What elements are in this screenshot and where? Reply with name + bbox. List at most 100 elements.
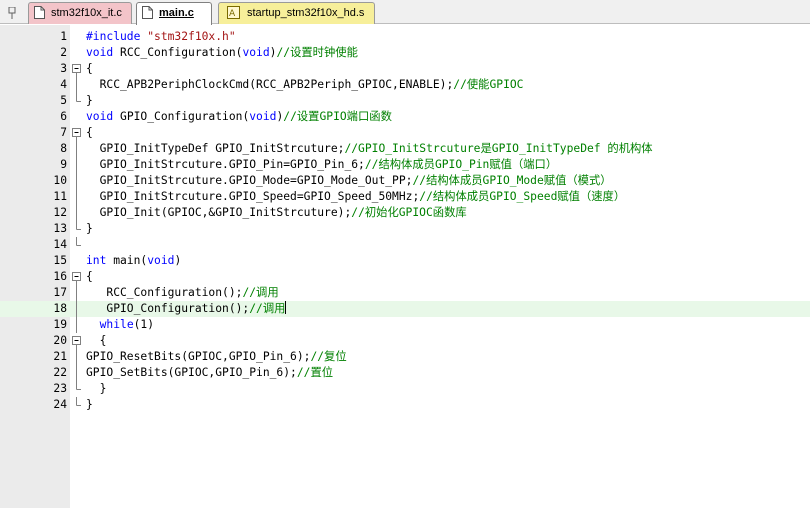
svg-text:A: A	[229, 9, 236, 19]
code-token: GPIO_ResetBits(GPIOC,GPIO_Pin_6);	[86, 350, 311, 363]
code-keyword: while	[99, 318, 134, 331]
code-comment: //调用	[249, 302, 286, 315]
fold-end-marker	[72, 237, 82, 253]
code-editor[interactable]: 1 #include "stm32f10x.h" 2 void RCC_Configu…	[0, 25, 810, 508]
tab-label: startup_stm32f10x_hd.s	[247, 7, 365, 19]
code-line[interactable]: 5}	[0, 93, 810, 109]
code-comment: //置位	[296, 366, 334, 379]
line-number: 8	[60, 142, 67, 155]
code-line[interactable]: 4 RCC_APB2PeriphClockCmd(RCC_APB2Periph_…	[0, 77, 810, 93]
code-text: #include "stm32f10x.h"	[86, 29, 236, 45]
code-text: GPIO_ResetBits(GPIOC,GPIO_Pin_6);//复位	[86, 349, 347, 365]
code-line[interactable]: 10 GPIO_InitStrcuture.GPIO_Mode=GPIO_Mod…	[0, 173, 810, 189]
code-keyword: void	[86, 110, 114, 123]
code-line[interactable]: 7{	[0, 125, 810, 141]
line-number: 2	[60, 46, 67, 59]
code-text: GPIO_SetBits(GPIOC,GPIO_Pin_6);//置位	[86, 365, 333, 381]
code-token: RCC_Configuration();	[86, 286, 243, 299]
fold-collapse-icon[interactable]	[72, 125, 82, 141]
code-text: GPIO_InitStrcuture.GPIO_Pin=GPIO_Pin_6;/…	[86, 157, 558, 173]
code-text: }	[86, 381, 107, 397]
code-token: GPIO_Configuration(	[113, 110, 250, 123]
code-comment: //结构体成员GPIO_Pin赋值（端口）	[364, 158, 558, 171]
tab-startup-stm32f10x-hd-s[interactable]: A startup_stm32f10x_hd.s	[218, 2, 375, 24]
line-number: 4	[60, 78, 67, 91]
code-line[interactable]: 17 RCC_Configuration();//调用	[0, 285, 810, 301]
code-string: "stm32f10x.h"	[147, 30, 236, 43]
code-token: GPIO_Init(GPIOC,&GPIO_InitStrcuture);	[86, 206, 352, 219]
fold-line	[72, 141, 82, 157]
fold-line	[72, 157, 82, 173]
pin-icon[interactable]	[8, 6, 16, 19]
line-number: 9	[60, 158, 67, 171]
code-comment: //使能GPIOC	[453, 78, 524, 91]
code-text: }	[86, 221, 93, 237]
code-token: }	[86, 222, 93, 235]
line-number: 22	[53, 366, 67, 379]
code-line[interactable]: 14	[0, 237, 810, 253]
code-line[interactable]: 22 GPIO_SetBits(GPIOC,GPIO_Pin_6);//置位	[0, 365, 810, 381]
line-number: 3	[60, 62, 67, 75]
line-number: 16	[53, 270, 67, 283]
code-keyword: void	[147, 254, 175, 267]
fold-blank	[72, 45, 82, 61]
fold-line	[72, 365, 82, 381]
code-text: RCC_Configuration();//调用	[86, 285, 278, 301]
tab-stm32f10x-it-c[interactable]: stm32f10x_it.c	[28, 2, 132, 24]
fold-collapse-icon[interactable]	[72, 333, 82, 349]
code-line[interactable]: 19 while(1)	[0, 317, 810, 333]
c-file-icon	[142, 6, 153, 19]
fold-blank	[72, 253, 82, 269]
code-token: GPIO_InitTypeDef GPIO_InitStrcuture;	[86, 142, 345, 155]
code-comment: //设置时钟使能	[276, 46, 358, 59]
fold-line	[72, 301, 82, 317]
fold-line	[72, 349, 82, 365]
line-number: 10	[53, 174, 67, 187]
code-line[interactable]: 11 GPIO_InitStrcuture.GPIO_Speed=GPIO_Sp…	[0, 189, 810, 205]
tab-label: stm32f10x_it.c	[51, 7, 122, 19]
line-number: 11	[53, 190, 67, 203]
code-token: main(	[106, 254, 148, 267]
code-line[interactable]: 18 GPIO_Configuration();//调用	[0, 301, 810, 317]
fold-line	[72, 205, 82, 221]
code-token: )	[174, 254, 182, 267]
tab-main-c[interactable]: main.c	[136, 2, 212, 25]
code-line[interactable]: 23 }	[0, 381, 810, 397]
code-text: {	[86, 61, 93, 77]
code-token: (1)	[133, 318, 155, 331]
line-number: 14	[53, 238, 67, 251]
code-token: {	[86, 62, 93, 75]
line-number: 23	[53, 382, 67, 395]
code-line[interactable]: 9 GPIO_InitStrcuture.GPIO_Pin=GPIO_Pin_6…	[0, 157, 810, 173]
fold-end-marker	[72, 397, 82, 413]
code-keyword: int	[86, 254, 107, 267]
code-text: RCC_APB2PeriphClockCmd(RCC_APB2Periph_GP…	[86, 77, 524, 93]
code-text: while(1)	[86, 317, 154, 333]
line-number: 17	[53, 286, 67, 299]
code-line[interactable]: 15 int main(void)	[0, 253, 810, 269]
code-line[interactable]: 1 #include "stm32f10x.h"	[0, 29, 810, 45]
code-keyword: void	[249, 110, 277, 123]
code-line[interactable]: 21 GPIO_ResetBits(GPIOC,GPIO_Pin_6);//复位	[0, 349, 810, 365]
line-number: 12	[53, 206, 67, 219]
line-number: 21	[53, 350, 67, 363]
code-text: GPIO_Configuration();//调用	[86, 301, 287, 317]
code-line[interactable]: 6 void GPIO_Configuration(void)//设置GPIO端口…	[0, 109, 810, 125]
code-token: GPIO_InitStrcuture.GPIO_Pin=GPIO_Pin_6;	[86, 158, 365, 171]
code-text: }	[86, 397, 93, 413]
code-line[interactable]: 16 {	[0, 269, 810, 285]
code-line[interactable]: 20 {	[0, 333, 810, 349]
code-text: GPIO_InitTypeDef GPIO_InitStrcuture;//GP…	[86, 141, 653, 157]
code-token: }	[86, 398, 93, 411]
code-line[interactable]: 3{	[0, 61, 810, 77]
code-line[interactable]: 8 GPIO_InitTypeDef GPIO_InitStrcuture;//…	[0, 141, 810, 157]
fold-line	[72, 77, 82, 93]
code-line[interactable]: 13}	[0, 221, 810, 237]
code-line[interactable]: 24}	[0, 397, 810, 413]
code-line[interactable]: 12 GPIO_Init(GPIOC,&GPIO_InitStrcuture);…	[0, 205, 810, 221]
code-line[interactable]: 2 void RCC_Configuration(void)//设置时钟使能	[0, 45, 810, 61]
fold-collapse-icon[interactable]	[72, 269, 82, 285]
fold-collapse-icon[interactable]	[72, 61, 82, 77]
code-text: GPIO_InitStrcuture.GPIO_Mode=GPIO_Mode_O…	[86, 173, 612, 189]
fold-line	[72, 189, 82, 205]
